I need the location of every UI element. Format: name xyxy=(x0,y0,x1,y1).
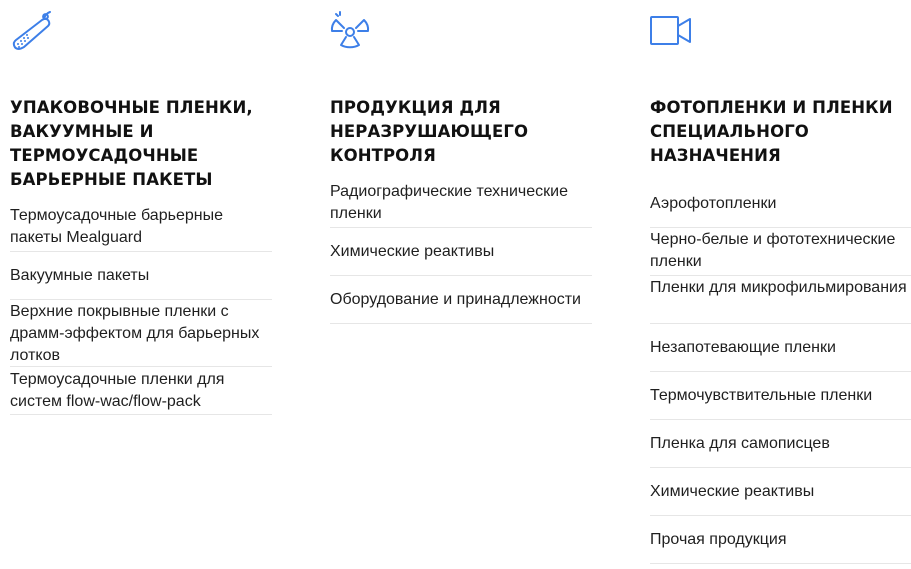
category-link-label: Черно-белые и фототехнические пленки xyxy=(650,231,896,270)
category-link[interactable]: Термочувствительные пленки xyxy=(650,372,911,420)
category-link-label: Радиографические технические пленки xyxy=(330,183,568,222)
category-link-label: Термоусадочные пленки для систем flow-wa… xyxy=(10,371,225,410)
category-link[interactable]: Вакуумные пакеты xyxy=(10,252,272,300)
category-link-label: Пленка для самописцев xyxy=(650,435,830,452)
sausage-icon xyxy=(10,10,52,52)
category-link[interactable]: Термоусадочные барьерные пакеты Mealguar… xyxy=(10,204,272,252)
category-link-label: Термочувствительные пленки xyxy=(650,387,873,404)
category-title: ФОТОПЛЕНКИ И ПЛЕНКИ СПЕЦИАЛЬНОГО НАЗНАЧЕ… xyxy=(650,98,893,165)
category-link-label: Верхние покрывные пленки с драмм-эффекто… xyxy=(10,303,260,364)
category-link[interactable]: Верхние покрывные пленки с драмм-эффекто… xyxy=(10,300,272,367)
video-camera-icon xyxy=(650,10,692,52)
category-link[interactable]: Термоусадочные пленки для систем flow-wa… xyxy=(10,367,272,415)
category-link-label: Химические реактивы xyxy=(650,483,815,500)
category-link-label: Термоусадочные барьерные пакеты Mealguar… xyxy=(10,207,223,246)
category-link-label: Пленки для микрофильмирования xyxy=(650,279,907,296)
category-title: УПАКОВОЧНЫЕ ПЛЕНКИ, ВАКУУМНЫЕ И ТЕРМОУСА… xyxy=(10,98,253,189)
category-link-label: Аэрофотопленки xyxy=(650,195,777,212)
radiation-icon xyxy=(330,10,372,52)
category-link[interactable]: Химические реактивы xyxy=(330,228,592,276)
category-link[interactable]: Прочая продукция xyxy=(650,516,911,564)
category-link[interactable]: Оборудование и принадлежности xyxy=(330,276,592,324)
category-link-label: Прочая продукция xyxy=(650,531,787,548)
category-title: ПРОДУКЦИЯ ДЛЯ НЕРАЗРУШАЮЩЕГО КОНТРОЛЯ xyxy=(330,98,529,165)
category-link[interactable]: Аэрофотопленки xyxy=(650,180,911,228)
category-link[interactable]: Черно-белые и фототехнические пленки xyxy=(650,228,911,276)
category-link[interactable]: Радиографические технические пленки xyxy=(330,180,592,228)
category-link[interactable]: Пленка для самописцев xyxy=(650,420,911,468)
category-link-label: Вакуумные пакеты xyxy=(10,267,150,284)
category-link[interactable]: Незапотевающие пленки xyxy=(650,324,911,372)
category-link-label: Незапотевающие пленки xyxy=(650,339,836,356)
category-link[interactable]: Пленки для микрофильмирования xyxy=(650,276,911,324)
category-link-label: Химические реактивы xyxy=(330,243,495,260)
category-link-label: Оборудование и принадлежности xyxy=(330,291,581,308)
category-link[interactable]: Химические реактивы xyxy=(650,468,911,516)
